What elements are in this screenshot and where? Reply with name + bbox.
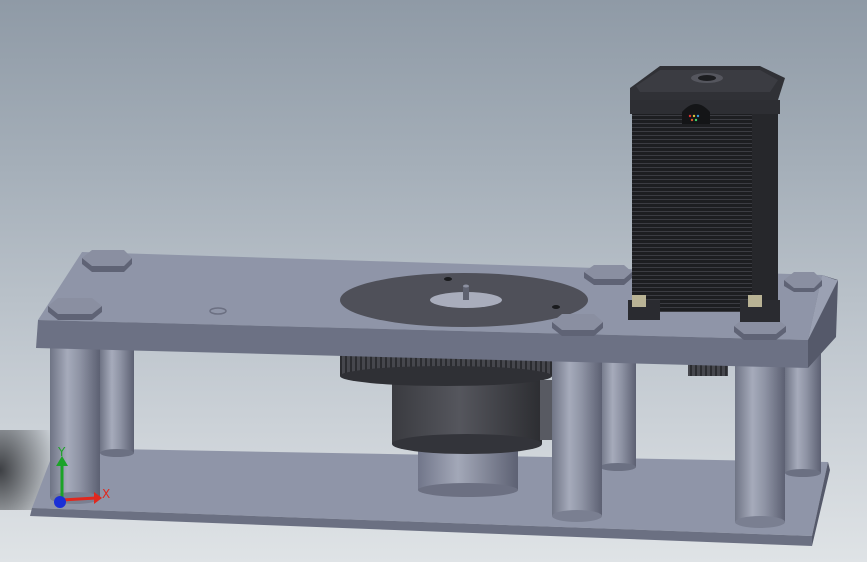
hex-nut-front-middle[interactable] <box>552 314 603 336</box>
standoff-back-left[interactable] <box>100 345 134 457</box>
triad-x-axis <box>61 496 97 502</box>
mounting-disk[interactable] <box>340 273 588 327</box>
graphics-viewport[interactable]: Y X <box>0 0 867 562</box>
motor-screw-right <box>748 295 762 307</box>
hex-nut-front-left[interactable] <box>48 298 102 320</box>
hex-nut-back-left[interactable] <box>82 250 132 272</box>
triad-x-label: X <box>102 487 110 501</box>
standoff-front-middle[interactable] <box>552 358 602 522</box>
standoff-front-left[interactable] <box>50 340 100 504</box>
standoff-back-middle[interactable] <box>600 355 636 471</box>
motor-screw-left <box>632 295 646 307</box>
3d-model-scene[interactable]: Y X <box>0 0 867 562</box>
standoff-front-right[interactable] <box>735 360 785 528</box>
triad-y-label: Y <box>57 445 66 459</box>
stepper-motor[interactable] <box>628 66 785 322</box>
triad-z-axis <box>54 496 66 508</box>
hex-nut-back-middle[interactable] <box>584 265 632 285</box>
